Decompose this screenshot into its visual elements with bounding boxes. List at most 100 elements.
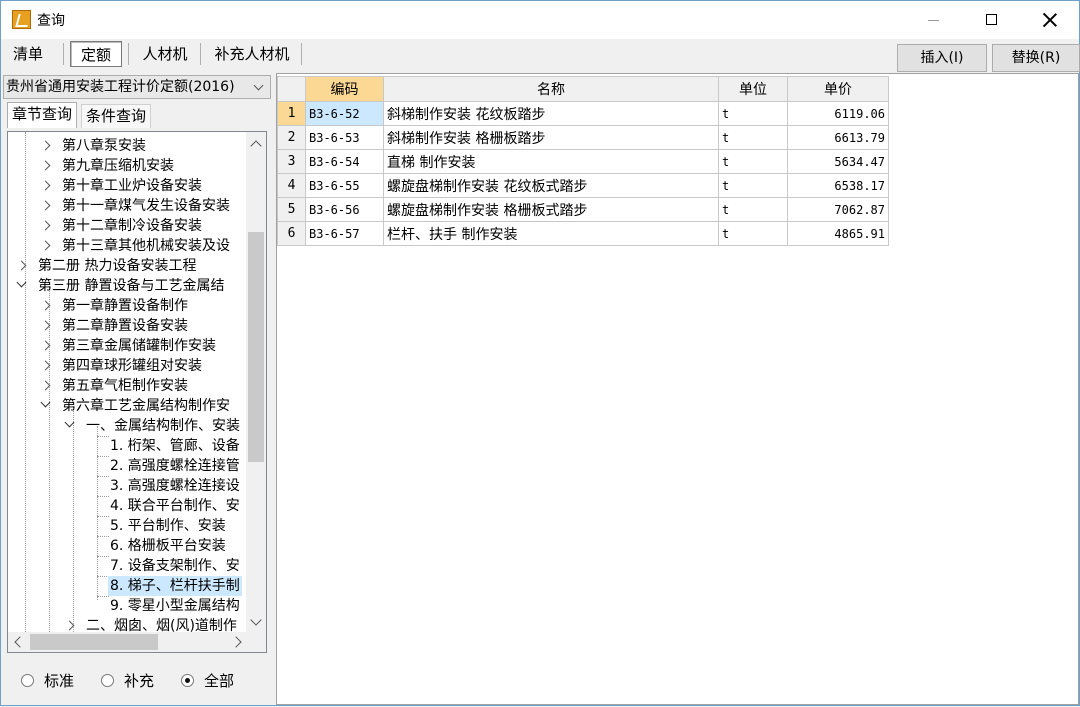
- chevron-right-icon[interactable]: [64, 620, 75, 631]
- scroll-thumb[interactable]: [30, 634, 158, 650]
- tab-condition-query[interactable]: 条件查询: [81, 104, 152, 128]
- chevron-down-icon[interactable]: [40, 397, 51, 408]
- tree-vertical-scrollbar[interactable]: [246, 132, 266, 632]
- cell-unit[interactable]: t: [718, 149, 788, 174]
- scroll-down-icon[interactable]: [250, 614, 262, 626]
- replace-button[interactable]: 替换(R): [992, 44, 1080, 72]
- tab-quota[interactable]: 定额: [70, 41, 122, 67]
- cell-unit[interactable]: t: [718, 173, 788, 198]
- scroll-left-icon[interactable]: [14, 636, 26, 648]
- tree-node[interactable]: 第二章静置设备安装: [8, 316, 248, 336]
- tree-node[interactable]: 第十三章其他机械安装及设: [8, 236, 246, 256]
- scroll-up-icon[interactable]: [250, 140, 262, 152]
- tab-supplementary-labor-material-machine[interactable]: 补充人材机: [211, 41, 293, 67]
- chevron-right-icon[interactable]: [16, 260, 27, 271]
- table-row[interactable]: 5 B3-6-56 螺旋盘梯制作安装 格栅板式踏步 t 7062.87: [277, 197, 889, 222]
- tree-node[interactable]: 1. 桁架、管廊、设备: [8, 436, 246, 456]
- tree-node[interactable]: 5. 平台制作、安装: [8, 516, 246, 536]
- cell-price[interactable]: 6119.06: [787, 101, 889, 126]
- chevron-down-icon[interactable]: [64, 417, 75, 428]
- tree-node[interactable]: 第二册 热力设备安装工程: [8, 256, 248, 276]
- tree-node[interactable]: 第八章泵安装: [8, 136, 248, 156]
- table-row[interactable]: 1 B3-6-52 斜梯制作安装 花纹板踏步 t 6119.06: [277, 101, 889, 126]
- insert-button[interactable]: 插入(I): [897, 44, 987, 72]
- minimize-button[interactable]: [904, 1, 962, 39]
- chevron-right-icon[interactable]: [40, 200, 51, 211]
- cell-name[interactable]: 螺旋盘梯制作安装 格栅板式踏步: [383, 197, 719, 222]
- chevron-right-icon[interactable]: [40, 300, 51, 311]
- chevron-right-icon[interactable]: [40, 240, 51, 251]
- cell-name[interactable]: 直梯 制作安装: [383, 149, 719, 174]
- tree-node[interactable]: 第六章工艺金属结构制作安: [8, 396, 246, 416]
- table-row[interactable]: 6 B3-6-57 栏杆、扶手 制作安装 t 4865.91: [277, 221, 889, 246]
- tree-node[interactable]: 6. 格栅板平台安装: [8, 536, 246, 556]
- tree-node[interactable]: 7. 设备支架制作、安: [8, 556, 246, 576]
- cell-price[interactable]: 5634.47: [787, 149, 889, 174]
- chevron-right-icon[interactable]: [40, 380, 51, 391]
- table-row[interactable]: 3 B3-6-54 直梯 制作安装 t 5634.47: [277, 149, 889, 174]
- tab-bill[interactable]: 清单: [11, 41, 45, 67]
- tree-node[interactable]: 二、烟囱、烟(风)道制作: [8, 616, 246, 632]
- tree-node[interactable]: 第五章气柜制作安装: [8, 376, 248, 396]
- cell-name[interactable]: 螺旋盘梯制作安装 花纹板式踏步: [383, 173, 719, 198]
- cell-code[interactable]: B3-6-52: [305, 101, 384, 126]
- chevron-right-icon[interactable]: [40, 320, 51, 331]
- tree-node-selected[interactable]: 8. 梯子、栏杆扶手制: [8, 576, 246, 596]
- cell-name[interactable]: 斜梯制作安装 花纹板踏步: [383, 101, 719, 126]
- cell-unit[interactable]: t: [718, 125, 788, 150]
- cell-price[interactable]: 6538.17: [787, 173, 889, 198]
- tree-node[interactable]: 第四章球形罐组对安装: [8, 356, 248, 376]
- cell-code[interactable]: B3-6-57: [305, 221, 384, 246]
- radio-all[interactable]: 全部: [181, 670, 234, 691]
- cell-unit[interactable]: t: [718, 101, 788, 126]
- cell-price[interactable]: 6613.79: [787, 125, 889, 150]
- tree-node[interactable]: 第三章金属储罐制作安装: [8, 336, 248, 356]
- cell-price[interactable]: 7062.87: [787, 197, 889, 222]
- quota-library-select[interactable]: 贵州省通用安装工程计价定额(2016): [3, 75, 271, 99]
- radio-supplementary[interactable]: 补充: [101, 670, 154, 691]
- tab-chapter-query[interactable]: 章节查询: [7, 102, 78, 128]
- cell-name[interactable]: 斜梯制作安装 格栅板踏步: [383, 125, 719, 150]
- tree-node[interactable]: 第十二章制冷设备安装: [8, 216, 248, 236]
- table-row[interactable]: 2 B3-6-53 斜梯制作安装 格栅板踏步 t 6613.79: [277, 125, 889, 150]
- chevron-right-icon[interactable]: [40, 180, 51, 191]
- tab-labor-material-machine[interactable]: 人材机: [139, 41, 191, 67]
- tree-node[interactable]: 4. 联合平台制作、安: [8, 496, 246, 516]
- chapter-tree[interactable]: 第八章泵安装 第九章压缩机安装 第十章工业炉设备安装 第十一章煤气发生设备安装 …: [7, 131, 267, 653]
- tree-node[interactable]: 9. 零星小型金属结构: [8, 596, 246, 616]
- cell-name[interactable]: 栏杆、扶手 制作安装: [383, 221, 719, 246]
- cell-code[interactable]: B3-6-54: [305, 149, 384, 174]
- tree-node[interactable]: 第一章静置设备制作: [8, 296, 248, 316]
- chevron-down-icon: [252, 80, 266, 94]
- chevron-right-icon[interactable]: [40, 140, 51, 151]
- maximize-button[interactable]: [962, 1, 1020, 39]
- column-header-name[interactable]: 名称: [383, 76, 719, 102]
- chevron-right-icon[interactable]: [40, 220, 51, 231]
- cell-unit[interactable]: t: [718, 197, 788, 222]
- column-header-code[interactable]: 编码: [305, 76, 384, 102]
- cell-unit[interactable]: t: [718, 221, 788, 246]
- cell-code[interactable]: B3-6-55: [305, 173, 384, 198]
- chevron-right-icon[interactable]: [40, 160, 51, 171]
- column-header-unit[interactable]: 单位: [718, 76, 788, 102]
- tree-node[interactable]: 第九章压缩机安装: [8, 156, 248, 176]
- cell-price[interactable]: 4865.91: [787, 221, 889, 246]
- scroll-thumb[interactable]: [248, 232, 264, 462]
- tree-node[interactable]: 第十一章煤气发生设备安装: [8, 196, 248, 216]
- cell-code[interactable]: B3-6-56: [305, 197, 384, 222]
- tree-node[interactable]: 第十章工业炉设备安装: [8, 176, 248, 196]
- radio-standard[interactable]: 标准: [21, 670, 74, 691]
- table-row[interactable]: 4 B3-6-55 螺旋盘梯制作安装 花纹板式踏步 t 6538.17: [277, 173, 889, 198]
- tree-node[interactable]: 第三册 静置设备与工艺金属结: [8, 276, 246, 296]
- chevron-right-icon[interactable]: [40, 360, 51, 371]
- cell-code[interactable]: B3-6-53: [305, 125, 384, 150]
- column-header-price[interactable]: 单价: [787, 76, 889, 102]
- tree-node[interactable]: 3. 高强度螺栓连接设: [8, 476, 246, 496]
- tree-node[interactable]: 2. 高强度螺栓连接管: [8, 456, 246, 476]
- close-button[interactable]: [1020, 1, 1078, 39]
- chevron-down-icon[interactable]: [16, 277, 27, 288]
- chevron-right-icon[interactable]: [40, 340, 51, 351]
- scroll-right-icon[interactable]: [230, 636, 242, 648]
- tree-horizontal-scrollbar[interactable]: [8, 632, 266, 652]
- tree-node[interactable]: 一、金属结构制作、安装: [8, 416, 246, 436]
